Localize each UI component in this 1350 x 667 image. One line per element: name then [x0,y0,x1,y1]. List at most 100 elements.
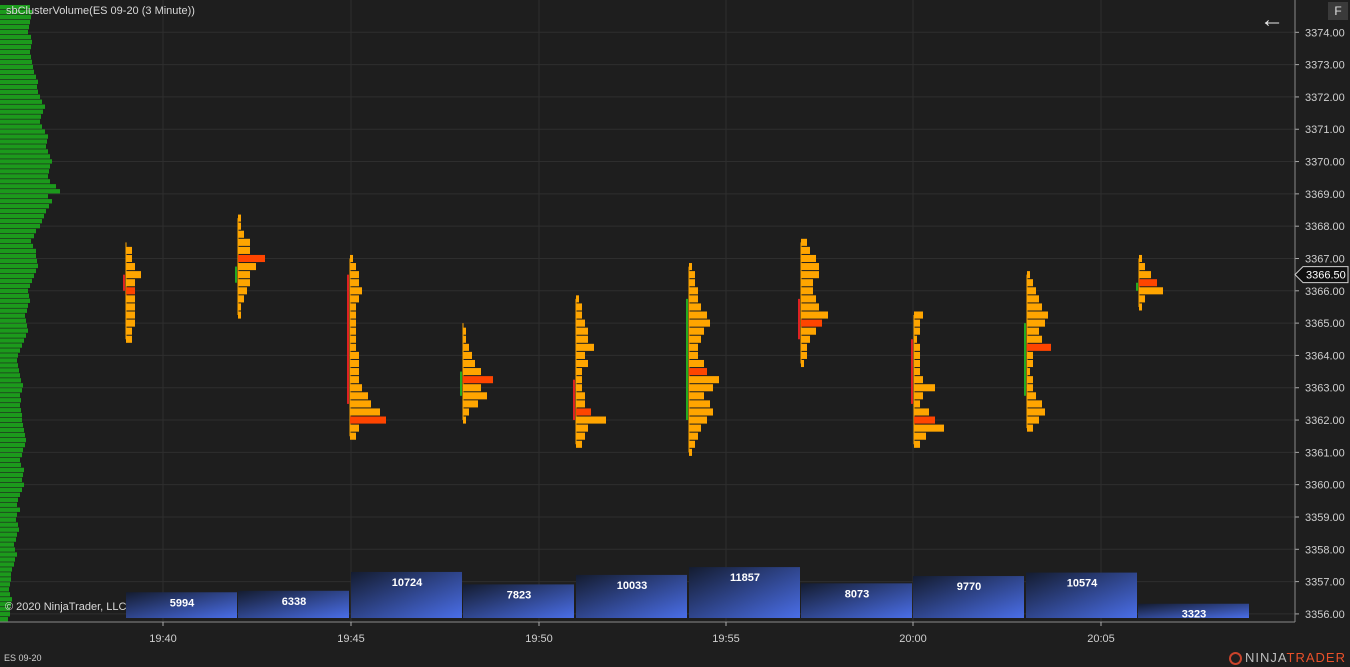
profile-bar [0,134,48,139]
profile-bar [0,94,40,99]
cluster-row [126,303,135,311]
price-tick-label: 3363.00 [1305,383,1345,395]
profile-bar [0,567,12,572]
cluster-row [689,295,698,303]
profile-bar [0,194,48,199]
candle-body [235,266,237,283]
cluster-row [801,351,807,359]
cluster-row [350,384,362,392]
f-button[interactable]: F [1328,2,1348,20]
time-tick-label: 20:00 [899,633,927,645]
current-price-marker: 3366.50 [1294,266,1349,284]
cluster-row [238,279,250,287]
time-tick-label: 19:50 [525,633,553,645]
cluster-row [801,343,807,351]
cluster-row [350,368,359,376]
profile-bar [0,467,24,473]
cluster-row [350,400,371,408]
profile-bar [0,497,18,502]
cluster-row [1027,311,1048,319]
profile-bar [0,74,36,80]
profile-bar [0,368,19,373]
price-tick-label: 3360.00 [1305,480,1345,492]
profile-bar [0,393,20,398]
profile-bar [0,19,30,25]
cluster-row [689,416,707,424]
profile-bar [0,432,25,438]
cluster-row [126,295,135,303]
cluster-row [689,392,704,400]
candle-body [573,379,575,421]
poc-row [689,368,707,376]
cluster-row [689,335,701,343]
time-tick-label: 19:40 [149,633,177,645]
poc-row [350,416,386,424]
cluster-row [126,254,132,263]
cluster-row [689,287,698,295]
profile-bar [0,557,15,562]
profile-bar [0,552,17,557]
profile-bar [0,358,17,363]
profile-bar [0,532,17,537]
profile-bar [0,457,20,463]
cluster-row [350,351,359,359]
cluster-row [914,319,920,327]
poc-row [914,416,935,424]
cluster-row [1027,319,1045,327]
profile-bar [0,109,43,114]
cluster-row [576,303,582,311]
cluster-row [238,271,250,279]
cluster-row [914,311,923,319]
profile-bar [0,323,27,328]
price-tick-label: 3359.00 [1305,512,1345,524]
profile-bar [0,174,48,179]
brand-part1: NINJA [1244,650,1287,665]
cluster-row [238,238,250,246]
arrow-left-icon[interactable]: ← [1260,8,1284,32]
price-tick-label: 3365.00 [1305,318,1345,330]
cluster-row [350,424,359,432]
cluster-row [463,384,481,392]
cluster-row [126,319,135,327]
copyright-text: © 2020 NinjaTrader, LLC [5,601,127,613]
cluster-row [801,238,807,246]
profile-bar [0,184,56,189]
price-tick-label: 3370.00 [1305,157,1345,169]
price-tick-label: 3364.00 [1305,350,1345,362]
cluster-row [126,279,135,287]
candle-body [1024,323,1026,396]
profile-bar [0,592,10,597]
cluster-row [576,311,582,319]
candle-body [686,298,688,421]
cluster-row [126,311,135,319]
profile-bar [0,59,32,65]
profile-bar [0,417,22,423]
profile-bar [0,233,34,239]
cluster-row [576,384,582,392]
profile-bar [0,318,26,323]
cluster-row [126,263,135,271]
profile-bar [0,159,52,164]
profile-bar [0,209,46,214]
candle-body [347,274,349,404]
profile-bar [0,258,37,264]
cluster-row [576,295,579,303]
poc-row [801,319,822,327]
profile-bar [0,527,19,532]
cluster-row [350,279,359,287]
cluster-row [914,424,944,432]
cluster-row [689,448,692,456]
profile-bar [0,44,31,50]
profile-bar [0,413,22,418]
cluster-row [1027,295,1039,303]
profile-bar [0,452,22,458]
cluster-row [126,271,141,279]
poc-row [126,287,135,295]
brand-part2: TRADER [1286,650,1346,665]
cluster-row [1027,400,1042,408]
price-tick-label: 3373.00 [1305,60,1345,72]
cluster-row [1027,287,1036,295]
cluster-row [914,408,929,416]
profile-bar [0,587,9,592]
price-tick-label: 3356.00 [1305,609,1345,621]
